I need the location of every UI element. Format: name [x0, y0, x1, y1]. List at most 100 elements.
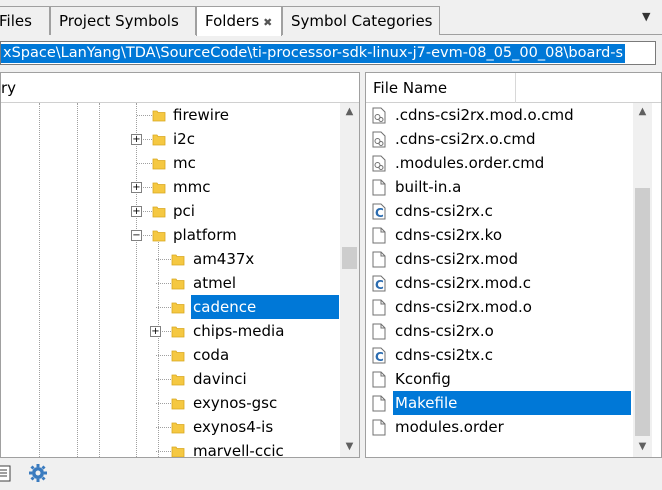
- tree-item-chips-media[interactable]: + chips-media: [1, 319, 340, 343]
- blank-file-icon: [372, 323, 386, 340]
- scroll-down-icon[interactable]: ▼: [633, 438, 652, 455]
- expand-icon[interactable]: +: [150, 326, 161, 337]
- file-name: Makefile: [393, 391, 631, 415]
- tree-item-firewire[interactable]: firewire: [1, 103, 340, 127]
- file-row[interactable]: .cdns-csi2rx.mod.o.cmd: [366, 103, 634, 127]
- file-name: built-in.a: [395, 178, 462, 196]
- file-row[interactable]: Ccdns-csi2tx.c: [366, 343, 634, 367]
- expand-icon[interactable]: +: [131, 182, 142, 193]
- file-row[interactable]: built-in.a: [366, 175, 634, 199]
- gear-file-icon: [372, 131, 386, 148]
- file-row[interactable]: .cdns-csi2rx.o.cmd: [366, 127, 634, 151]
- tree-item-davinci[interactable]: davinci: [1, 367, 340, 391]
- blank-file-icon: [372, 299, 386, 316]
- scrollbar-thumb[interactable]: [342, 247, 357, 269]
- folder-icon: [171, 276, 185, 290]
- tab-bar: Files Project Symbols Folders ✖ Symbol Ca…: [0, 0, 662, 36]
- settings-gear-icon[interactable]: [28, 463, 48, 483]
- scrollbar-thumb[interactable]: [635, 188, 650, 436]
- tree-item-label: davinci: [193, 370, 247, 388]
- file-row[interactable]: cdns-csi2rx.o: [366, 319, 634, 343]
- tree-item-atmel[interactable]: atmel: [1, 271, 340, 295]
- file-row[interactable]: cdns-csi2rx.mod.o: [366, 295, 634, 319]
- expand-icon[interactable]: +: [131, 134, 142, 145]
- c-file-icon: C: [372, 347, 386, 364]
- folder-icon: [171, 372, 185, 386]
- tab-project-symbols[interactable]: Project Symbols: [50, 6, 196, 35]
- tab-symbol-categories[interactable]: Symbol Categories: [282, 6, 440, 35]
- tree-item-platform[interactable]: − platform: [1, 223, 340, 247]
- file-list: .cdns-csi2rx.mod.o.cmd .cdns-csi2rx.o.cmd…: [366, 103, 634, 457]
- file-name: .modules.order.cmd: [395, 154, 545, 172]
- folder-tree-scrollbar[interactable]: ▲ ▼: [340, 103, 359, 457]
- tree-item-label: cadence: [191, 295, 339, 319]
- folder-tree: firewire + i2c mc + mmc + pci − platform am437x atm…: [1, 103, 340, 457]
- file-row[interactable]: modules.order: [366, 415, 634, 439]
- path-bar: xSpace\LanYang\TDA\SourceCode\ti-process…: [0, 36, 662, 70]
- svg-text:C: C: [375, 278, 384, 292]
- file-name: cdns-csi2tx.c: [395, 346, 494, 364]
- tab-files[interactable]: Files: [0, 6, 50, 35]
- file-row[interactable]: cdns-csi2rx.mod: [366, 247, 634, 271]
- column-file-name[interactable]: File Name: [366, 73, 516, 103]
- file-name: .cdns-csi2rx.o.cmd: [395, 130, 536, 148]
- gear-file-icon: [372, 155, 386, 172]
- tab-project-symbols-label: Project Symbols: [59, 12, 179, 30]
- tree-item-mmc[interactable]: + mmc: [1, 175, 340, 199]
- tab-close-icon[interactable]: ✖: [263, 16, 272, 29]
- folder-icon: [152, 108, 166, 122]
- scroll-up-icon[interactable]: ▲: [340, 103, 359, 120]
- tree-item-label: am437x: [193, 250, 255, 268]
- blank-file-icon: [372, 395, 386, 412]
- tree-item-label: firewire: [173, 106, 230, 124]
- tree-item-exynos-gsc[interactable]: exynos-gsc: [1, 391, 340, 415]
- folder-icon: [152, 228, 166, 242]
- folder-icon: [171, 396, 185, 410]
- tree-item-label: exynos-gsc: [193, 394, 278, 412]
- path-input[interactable]: xSpace\LanYang\TDA\SourceCode\ti-process…: [0, 41, 656, 65]
- collapse-icon[interactable]: −: [131, 230, 142, 241]
- scroll-down-icon[interactable]: ▼: [340, 438, 359, 455]
- file-name: cdns-csi2rx.ko: [395, 226, 503, 244]
- tree-item-mc[interactable]: mc: [1, 151, 340, 175]
- tree-item-label: i2c: [173, 130, 195, 148]
- svg-text:C: C: [375, 350, 384, 364]
- tab-overflow-icon[interactable]: ▼: [642, 10, 650, 23]
- file-list-scrollbar[interactable]: ▲ ▼: [633, 103, 652, 457]
- tree-item-label: atmel: [193, 274, 237, 292]
- tree-item-label: exynos4-is: [193, 418, 274, 436]
- folder-icon: [171, 420, 185, 434]
- tab-folders[interactable]: Folders ✖: [196, 6, 282, 36]
- expand-icon[interactable]: +: [131, 206, 142, 217]
- file-row[interactable]: Kconfig: [366, 367, 634, 391]
- file-list-icon[interactable]: [0, 463, 14, 483]
- file-name: cdns-csi2rx.mod: [395, 250, 518, 268]
- blank-file-icon: [372, 227, 386, 244]
- tree-item-i2c[interactable]: + i2c: [1, 127, 340, 151]
- tree-item-label: platform: [173, 226, 237, 244]
- path-text: xSpace\LanYang\TDA\SourceCode\ti-process…: [1, 44, 626, 63]
- tree-item-marvell-ccic[interactable]: marvell-ccic: [1, 439, 340, 457]
- file-row[interactable]: Ccdns-csi2rx.mod.c: [366, 271, 634, 295]
- svg-text:C: C: [375, 206, 384, 220]
- file-row[interactable]: Makefile: [366, 391, 634, 415]
- tree-item-cadence[interactable]: cadence: [1, 295, 340, 319]
- file-row[interactable]: .modules.order.cmd: [366, 151, 634, 175]
- tree-item-am437x[interactable]: am437x: [1, 247, 340, 271]
- file-name: cdns-csi2rx.o: [395, 322, 494, 340]
- tree-item-label: mmc: [173, 178, 211, 196]
- file-name: modules.order: [395, 418, 504, 436]
- folder-icon: [152, 156, 166, 170]
- folder-tree-header[interactable]: ry: [1, 73, 359, 103]
- folder-icon: [152, 180, 166, 194]
- tree-item-coda[interactable]: coda: [1, 343, 340, 367]
- tree-item-exynos4-is[interactable]: exynos4-is: [1, 415, 340, 439]
- tab-folders-label: Folders: [205, 12, 260, 30]
- file-row[interactable]: Ccdns-csi2rx.c: [366, 199, 634, 223]
- scroll-up-icon[interactable]: ▲: [633, 103, 652, 120]
- folder-icon: [171, 324, 185, 338]
- tree-item-pci[interactable]: + pci: [1, 199, 340, 223]
- folder-tree-pane: ry firewire + i2c mc + mmc + pci − platform am437x…: [0, 72, 360, 458]
- folder-icon: [171, 252, 185, 266]
- file-row[interactable]: cdns-csi2rx.ko: [366, 223, 634, 247]
